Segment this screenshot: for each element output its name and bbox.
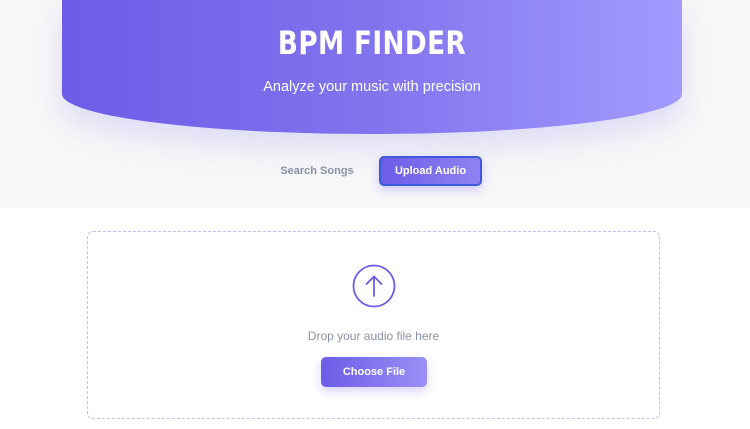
page-title: BPM FINDER (277, 24, 467, 62)
tab-upload-audio[interactable]: Upload Audio (379, 156, 482, 186)
dropzone-prompt: Drop your audio file here (307, 329, 440, 343)
upload-arrow-icon (352, 264, 396, 308)
hero-banner: BPM FINDER Analyze your music with preci… (62, 0, 682, 134)
tab-search-songs[interactable]: Search Songs (268, 156, 366, 186)
mode-tabs: Search Songs Upload Audio (0, 156, 750, 188)
page-subtitle: Analyze your music with precision (263, 79, 481, 95)
choose-file-button[interactable]: Choose File (321, 357, 427, 387)
file-dropzone[interactable]: Drop your audio file here Choose File (87, 231, 660, 419)
